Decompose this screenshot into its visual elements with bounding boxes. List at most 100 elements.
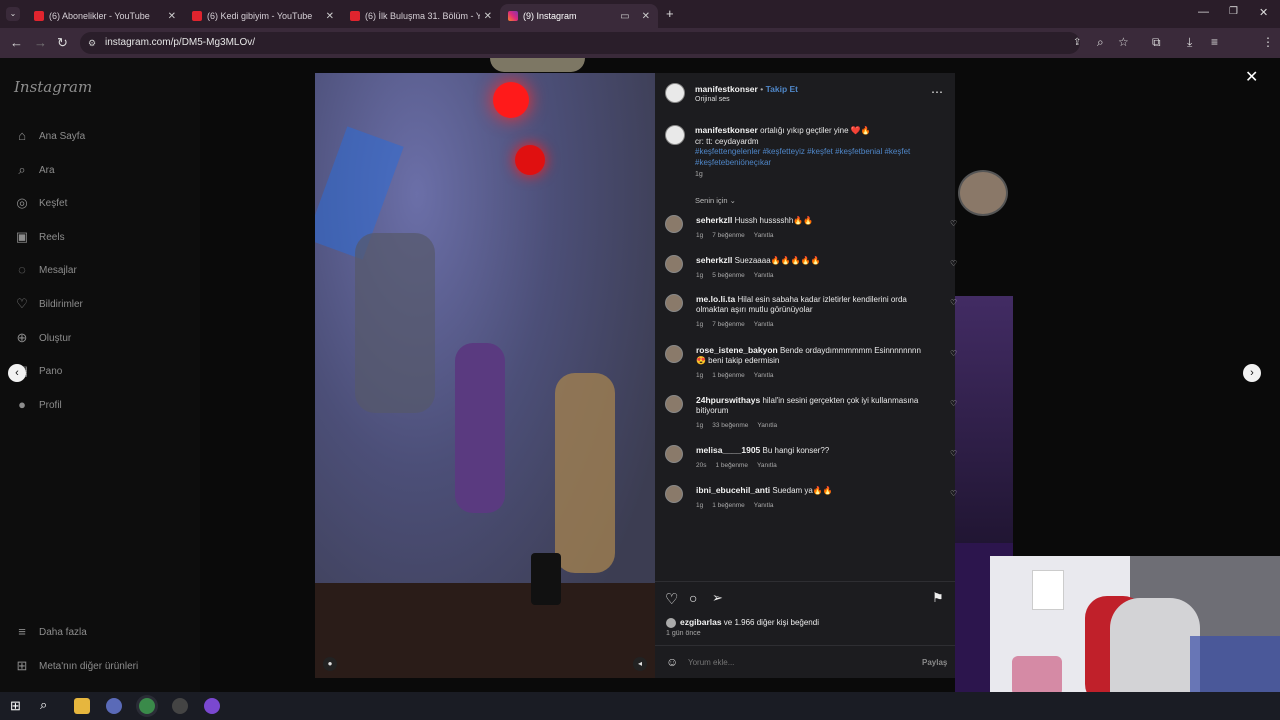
sidebar-item-search[interactable]: ⌕ Ara xyxy=(14,162,54,178)
likes-count-text[interactable]: ve 1.966 diğer kişi beğendi xyxy=(722,618,819,627)
comment-like-count[interactable]: 1 beğenme xyxy=(712,502,745,509)
close-window-icon[interactable]: ✕ xyxy=(1259,6,1268,19)
back-icon[interactable]: ← xyxy=(10,35,23,50)
author-avatar[interactable] xyxy=(665,83,685,103)
commenter-avatar[interactable] xyxy=(665,294,683,312)
instagram-logo[interactable]: Instagram xyxy=(14,78,92,96)
like-icon[interactable]: ♡ xyxy=(665,590,678,608)
caption-hashtags[interactable]: #keşfettengelenler #keşfetteyiz #keşfet … xyxy=(695,147,910,167)
reply-button[interactable]: Yanıtla xyxy=(757,422,777,429)
author-username[interactable]: manifestkonser xyxy=(695,84,758,94)
close-tab-icon[interactable]: ✕ xyxy=(326,11,334,22)
sidebar-item-home[interactable]: ⌂ Ana Sayfa xyxy=(14,128,85,144)
liker-username[interactable]: ezgibarlas xyxy=(680,617,722,627)
commenter-username[interactable]: 24hpurswithays xyxy=(696,395,760,405)
new-tab-icon[interactable]: + xyxy=(666,6,674,21)
post-comment-button[interactable]: Paylaş xyxy=(922,658,947,667)
sidebar-item-profile[interactable]: ● Profil xyxy=(14,397,62,413)
sidebar-item-meta-products[interactable]: ⊞ Meta'nın diğer ürünleri xyxy=(14,658,139,674)
tab-search-icon[interactable]: ⌄ xyxy=(6,7,20,21)
like-comment-icon[interactable]: ♡ xyxy=(950,298,957,307)
commenter-avatar[interactable] xyxy=(665,255,683,273)
commenter-avatar[interactable] xyxy=(665,345,683,363)
comment-icon[interactable]: ○ xyxy=(689,590,697,606)
emoji-icon[interactable]: ☺ xyxy=(666,655,678,669)
comment-like-count[interactable]: 1 beğenme xyxy=(715,462,748,469)
reply-button[interactable]: Yanıtla xyxy=(757,462,777,469)
previous-post-button[interactable]: ‹ xyxy=(8,364,26,382)
reply-button[interactable]: Yanıtla xyxy=(754,321,774,328)
app-icon[interactable] xyxy=(106,698,122,714)
like-comment-icon[interactable]: ♡ xyxy=(950,399,957,408)
comment-like-count[interactable]: 7 beğenme xyxy=(712,321,745,328)
sidebar-item-messages[interactable]: ◌ Mesajlar xyxy=(14,262,77,278)
sidebar-item-explore[interactable]: ◎ Keşfet xyxy=(14,195,67,211)
commenter-username[interactable]: seherkzll xyxy=(696,255,732,265)
reply-button[interactable]: Yanıtla xyxy=(754,272,774,279)
sidebar-item-more[interactable]: ≡ Daha fazla xyxy=(14,624,87,640)
mute-icon[interactable]: ◂ xyxy=(633,657,647,671)
post-video[interactable]: ● ◂ xyxy=(315,73,655,678)
tab-instagram[interactable]: (9) Instagram ▭ ✕ xyxy=(500,4,658,28)
commenter-username[interactable]: ibni_ebucehil_anti xyxy=(696,485,770,495)
caption-author-avatar[interactable] xyxy=(665,125,685,145)
share-icon[interactable]: ➢ xyxy=(712,590,723,606)
restore-icon[interactable]: ❐ xyxy=(1229,6,1238,17)
comment-like-count[interactable]: 7 beğenme xyxy=(712,232,745,239)
windows-start-icon[interactable]: ⊞ xyxy=(10,698,21,714)
commenter-avatar[interactable] xyxy=(665,445,683,463)
download-icon[interactable]: ⤓ xyxy=(1187,35,1192,50)
app-icon[interactable] xyxy=(204,698,220,714)
tab-media-icon[interactable]: ▭ xyxy=(620,11,629,22)
like-comment-icon[interactable]: ♡ xyxy=(950,259,957,268)
comment-like-count[interactable]: 33 beğenme xyxy=(712,422,748,429)
reload-icon[interactable]: ↻ xyxy=(57,35,68,51)
more-options-icon[interactable]: ⋯ xyxy=(931,85,943,99)
audio-label[interactable]: Orijinal ses xyxy=(695,96,730,103)
comment-input[interactable] xyxy=(688,655,888,669)
search-icon[interactable]: ⌕ xyxy=(40,697,47,713)
sidebar-item-reels[interactable]: ▣ Reels xyxy=(14,229,65,245)
tab-abonelikler[interactable]: (6) Abonelikler - YouTube ✕ xyxy=(26,4,184,28)
likes-summary[interactable]: ezgibarlas ve 1.966 diğer kişi beğendi xyxy=(680,617,819,627)
commenter-username[interactable]: rose_istene_bakyon xyxy=(696,345,778,355)
tab-ilk-bulusma[interactable]: (6) İlk Buluşma 31. Bölüm - You ✕ xyxy=(342,4,500,28)
sidebar-item-create[interactable]: ⊕ Oluştur xyxy=(14,330,72,346)
browser-menu-icon[interactable]: ⋮ xyxy=(1262,35,1274,49)
sidebar-item-notifications[interactable]: ♡ Bildirimler xyxy=(14,296,83,312)
forward-icon[interactable]: → xyxy=(34,35,47,50)
commenter-username[interactable]: seherkzll xyxy=(696,215,732,225)
commenter-avatar[interactable] xyxy=(665,215,683,233)
extensions-icon[interactable]: ⧉ xyxy=(1152,35,1161,50)
commenter-avatar[interactable] xyxy=(665,485,683,503)
commenter-username[interactable]: me.lo.li.ta xyxy=(696,294,735,304)
caption-username[interactable]: manifestkonser xyxy=(695,125,758,135)
like-comment-icon[interactable]: ♡ xyxy=(950,219,957,228)
file-explorer-icon[interactable] xyxy=(74,698,90,714)
reply-button[interactable]: Yanıtla xyxy=(754,232,774,239)
cast-icon[interactable]: ⇪ xyxy=(1073,32,1081,54)
commenter-avatar[interactable] xyxy=(665,395,683,413)
save-icon[interactable]: ⚑ xyxy=(932,590,944,606)
close-tab-icon[interactable]: ✕ xyxy=(642,11,650,22)
close-tab-icon[interactable]: ✕ xyxy=(168,11,176,22)
liker-avatar[interactable] xyxy=(666,618,676,628)
close-tab-icon[interactable]: ✕ xyxy=(484,11,492,22)
like-comment-icon[interactable]: ♡ xyxy=(950,349,957,358)
post-date[interactable]: 1 gün önce xyxy=(666,630,701,637)
site-info-icon[interactable]: ⚙ xyxy=(88,32,96,54)
commenter-username[interactable]: melisa____1905 xyxy=(696,445,760,455)
like-comment-icon[interactable]: ♡ xyxy=(950,449,957,458)
tab-kedi-gibiyim[interactable]: (6) Kedi gibiyim - YouTube ✕ xyxy=(184,4,342,28)
tagged-users-icon[interactable]: ● xyxy=(323,657,337,671)
comment-like-count[interactable]: 1 beğenme xyxy=(712,372,745,379)
reply-button[interactable]: Yanıtla xyxy=(754,502,774,509)
zoom-icon[interactable]: ⌕ xyxy=(1097,35,1104,50)
next-post-button[interactable]: › xyxy=(1243,364,1261,382)
reply-button[interactable]: Yanıtla xyxy=(754,372,774,379)
minimize-icon[interactable]: — xyxy=(1198,6,1209,18)
comment-sort-dropdown[interactable]: Senin için ⌄ xyxy=(695,196,736,205)
follow-button[interactable]: Takip Et xyxy=(766,84,798,94)
chrome-icon[interactable] xyxy=(139,698,155,714)
bookmark-star-icon[interactable]: ☆ xyxy=(1118,35,1129,49)
